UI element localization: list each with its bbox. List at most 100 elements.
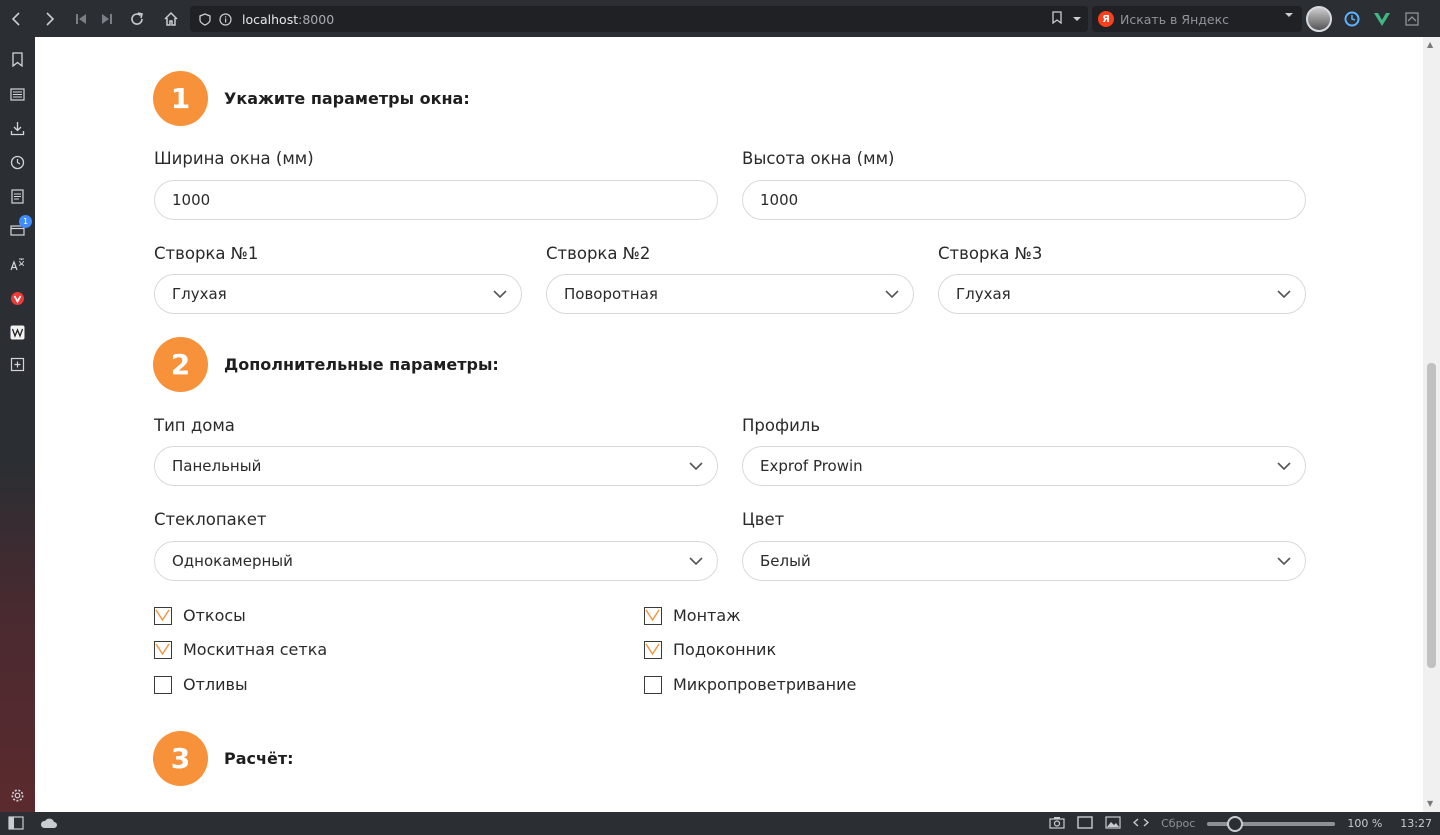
- sash-2-value: Поворотная: [564, 285, 658, 303]
- color-value: Белый: [760, 552, 811, 570]
- fast-forward-button[interactable]: [92, 0, 122, 37]
- address-bar[interactable]: localhost:8000: [190, 6, 1088, 32]
- back-button[interactable]: [2, 0, 32, 37]
- sidebar-notes[interactable]: [0, 184, 35, 208]
- tiling-window-icon[interactable]: [1077, 815, 1093, 832]
- micro-ventilation-label: Микропроветривание: [673, 675, 857, 694]
- sidebar-add-panel[interactable]: [0, 352, 35, 376]
- sync-cloud-icon[interactable]: [40, 816, 58, 833]
- profile-avatar[interactable]: [1306, 5, 1332, 32]
- forward-button[interactable]: [34, 0, 64, 37]
- check-icon: [155, 643, 170, 656]
- sidebar-reading-list[interactable]: [0, 82, 35, 106]
- scrollbar-thumb[interactable]: [1427, 363, 1436, 668]
- home-icon: [164, 11, 178, 26]
- rewind-icon: [76, 13, 86, 24]
- step-1-badge: 1: [153, 71, 208, 126]
- house-type-label: Тип дома: [154, 416, 235, 435]
- reading-list-icon: [10, 87, 25, 101]
- glass-unit-select[interactable]: Однокамерный: [154, 541, 718, 581]
- images-toggle-icon[interactable]: [1105, 815, 1121, 832]
- step-1-title: Укажите параметры окна:: [224, 89, 470, 108]
- sash-2-select[interactable]: Поворотная: [546, 274, 914, 314]
- sash-2-label: Створка №2: [546, 244, 651, 263]
- profile-label: Профиль: [742, 416, 821, 435]
- color-select[interactable]: Белый: [742, 541, 1306, 581]
- sidebar-downloads[interactable]: [0, 116, 35, 140]
- installation-label: Монтаж: [673, 606, 741, 625]
- search-engine-dropdown-icon[interactable]: [1284, 11, 1294, 22]
- url-port: :8000: [298, 11, 335, 27]
- yandex-logo-icon: Я: [1098, 11, 1114, 27]
- sidebar-translate[interactable]: [0, 252, 35, 276]
- reload-icon: [131, 11, 143, 25]
- slopes-checkbox[interactable]: [154, 607, 172, 625]
- notes-icon: [11, 188, 24, 204]
- micro-ventilation-checkbox[interactable]: [644, 676, 662, 694]
- ebb-checkbox[interactable]: [154, 676, 172, 694]
- clock-extension-icon[interactable]: [1342, 9, 1362, 29]
- check-icon: [645, 609, 660, 622]
- notification-badge: 1: [19, 215, 32, 228]
- mosquito-net-label: Москитная сетка: [183, 640, 328, 659]
- sash-3-label: Створка №3: [938, 244, 1043, 263]
- chevron-down-icon: [689, 557, 703, 566]
- translate-icon: [10, 258, 25, 270]
- page-actions-icon[interactable]: [1133, 816, 1150, 832]
- sash-1-value: Глухая: [172, 285, 227, 303]
- chevron-down-icon: [493, 290, 507, 299]
- fast-forward-icon: [102, 13, 112, 24]
- windowsill-checkbox[interactable]: [644, 641, 662, 659]
- window-width-label: Ширина окна (мм): [154, 149, 314, 168]
- ebb-label: Отливы: [183, 675, 248, 694]
- chevron-down-icon: [885, 290, 899, 299]
- window-height-input[interactable]: 1000: [742, 180, 1306, 220]
- extension-icon[interactable]: [1402, 9, 1422, 29]
- sidebar-settings[interactable]: [0, 783, 35, 807]
- window-height-label: Высота окна (мм): [742, 149, 895, 168]
- installation-checkbox[interactable]: [644, 607, 662, 625]
- home-button[interactable]: [156, 0, 186, 37]
- info-icon: [216, 10, 234, 28]
- zoom-reset-button[interactable]: Сброс: [1161, 817, 1195, 830]
- bookmark-page-icon[interactable]: [1052, 10, 1062, 28]
- scroll-down-icon[interactable]: ▼: [1427, 799, 1433, 808]
- dropdown-chevron-icon[interactable]: [1072, 12, 1082, 27]
- check-icon: [155, 609, 170, 622]
- vue-devtools-icon[interactable]: [1372, 9, 1392, 29]
- windowsill-label: Подоконник: [673, 640, 777, 659]
- chevron-down-icon: [1277, 290, 1291, 299]
- sidebar-mail[interactable]: 1: [0, 215, 35, 242]
- step-3-title: Расчёт:: [224, 749, 294, 768]
- sidebar-wikipedia-panel[interactable]: [0, 320, 35, 344]
- reload-button[interactable]: [122, 0, 152, 37]
- screenshot-camera-icon[interactable]: [1049, 816, 1065, 832]
- panel-toggle-icon[interactable]: [8, 816, 24, 833]
- zoom-slider[interactable]: [1207, 815, 1336, 832]
- mosquito-net-checkbox[interactable]: [154, 641, 172, 659]
- color-label: Цвет: [742, 510, 785, 529]
- sash-3-select[interactable]: Глухая: [938, 274, 1306, 314]
- window-width-input[interactable]: 1000: [154, 180, 718, 220]
- sidebar-history[interactable]: [0, 150, 35, 174]
- status-bar: Сброс 100 % 13:27: [0, 812, 1440, 835]
- sash-1-select[interactable]: Глухая: [154, 274, 522, 314]
- glass-unit-label: Стеклопакет: [154, 510, 267, 529]
- wikipedia-icon: [10, 325, 25, 339]
- window-width-value: 1000: [172, 191, 211, 209]
- sidebar-bookmarks[interactable]: [0, 47, 35, 71]
- sidebar-vivaldi-panel[interactable]: [0, 286, 35, 310]
- profile-select[interactable]: Exprof Prowin: [742, 446, 1306, 486]
- browser-toolbar: localhost:8000 Я Искать в Яндекс: [0, 0, 1440, 37]
- zoom-slider-thumb[interactable]: [1226, 815, 1243, 832]
- vivaldi-icon: [11, 291, 24, 305]
- back-arrow-icon: [11, 11, 20, 26]
- browser-sidebar: 1: [0, 37, 35, 812]
- step-2-title: Дополнительные параметры:: [224, 355, 499, 374]
- url-host: localhost: [242, 11, 299, 27]
- zoom-level: 100 %: [1347, 817, 1383, 830]
- scroll-up-icon[interactable]: ▲: [1427, 40, 1433, 49]
- search-bar[interactable]: Я Искать в Яндекс: [1092, 6, 1302, 32]
- house-type-select[interactable]: Панельный: [154, 446, 718, 486]
- window-height-value: 1000: [760, 191, 799, 209]
